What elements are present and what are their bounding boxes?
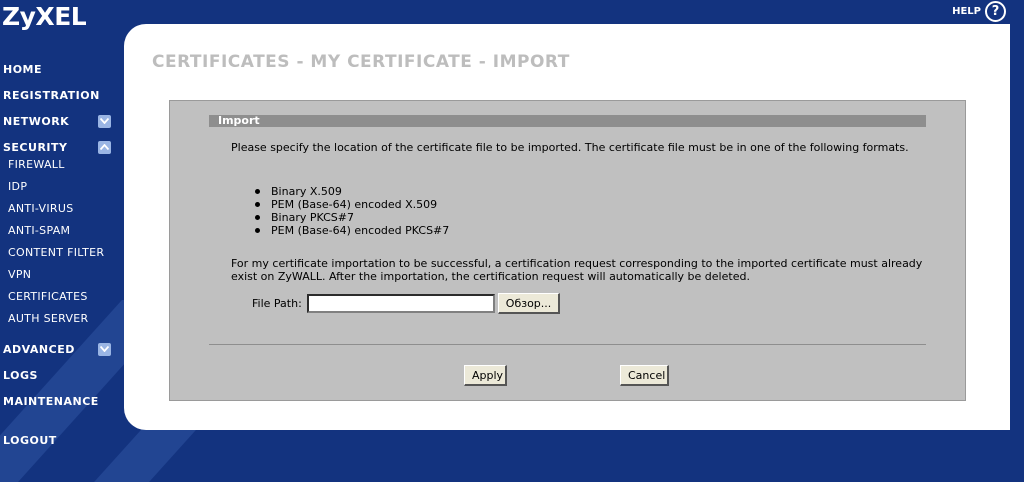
sidebar-item-label: ADVANCED [3, 342, 75, 356]
import-description: Please specify the location of the certi… [231, 141, 909, 154]
sidebar-item-label: LOGS [3, 368, 38, 382]
section-title-bar: Import [209, 115, 926, 127]
sidebar-item-label: MAINTENANCE [3, 394, 99, 408]
sidebar-subitem-anti-spam[interactable]: ANTI-SPAM [0, 220, 125, 242]
sidebar-nav: HOME REGISTRATION NETWORK SECURITY FIREW… [0, 56, 125, 453]
sidebar-subitem-certificates[interactable]: CERTIFICATES [0, 286, 125, 308]
sidebar-item-label: HOME [3, 62, 43, 76]
sidebar-item-home[interactable]: HOME [0, 56, 125, 82]
sidebar-subitem-content-filter[interactable]: CONTENT FILTER [0, 242, 125, 264]
format-item: Binary PKCS#7 [252, 211, 449, 224]
sidebar-item-registration[interactable]: REGISTRATION [0, 82, 125, 108]
help-link[interactable]: HELP ? [952, 1, 1006, 22]
sidebar-subitem-anti-virus[interactable]: ANTI-VIRUS [0, 198, 125, 220]
file-path-row: File Path: Обзор... [252, 293, 561, 314]
main-panel: CERTIFICATES - MY CERTIFICATE - IMPORT I… [124, 24, 1010, 430]
question-circle-icon[interactable]: ? [985, 1, 1006, 22]
sidebar-item-logs[interactable]: LOGS [0, 362, 125, 388]
sidebar-subitem-firewall[interactable]: FIREWALL [0, 154, 125, 176]
sidebar-subitem-idp[interactable]: IDP [0, 176, 125, 198]
sidebar-item-label: LOGOUT [3, 433, 57, 447]
import-form: Import Please specify the location of th… [169, 100, 966, 401]
import-note: For my certificate importation to be suc… [231, 257, 923, 283]
divider [209, 344, 926, 345]
file-path-input[interactable] [306, 294, 495, 313]
page-title: CERTIFICATES - MY CERTIFICATE - IMPORT [152, 52, 570, 72]
chevron-down-icon[interactable] [98, 114, 111, 128]
sidebar-subitem-vpn[interactable]: VPN [0, 264, 125, 286]
format-item: PEM (Base-64) encoded PKCS#7 [252, 224, 449, 237]
zyxel-logo: ZyXEL [2, 2, 87, 31]
browse-button[interactable]: Обзор... [497, 293, 561, 314]
apply-button[interactable]: Apply [464, 365, 507, 386]
sidebar-item-label: SECURITY [3, 140, 68, 154]
chevron-down-icon[interactable] [98, 342, 111, 356]
sidebar-item-logout[interactable]: LOGOUT [0, 427, 125, 453]
sidebar-item-network[interactable]: NETWORK [0, 108, 125, 134]
format-item: PEM (Base-64) encoded X.509 [252, 198, 449, 211]
cancel-button[interactable]: Cancel [620, 365, 669, 386]
sidebar-item-label: NETWORK [3, 114, 70, 128]
help-label: HELP [952, 6, 981, 17]
format-item: Binary X.509 [252, 185, 449, 198]
chevron-up-icon[interactable] [98, 140, 111, 154]
format-list: Binary X.509 PEM (Base-64) encoded X.509… [252, 185, 449, 237]
sidebar-item-label: REGISTRATION [3, 88, 100, 102]
sidebar-item-maintenance[interactable]: MAINTENANCE [0, 388, 125, 414]
file-path-label: File Path: [252, 297, 302, 310]
sidebar-item-advanced[interactable]: ADVANCED [0, 336, 125, 362]
sidebar-subitem-auth-server[interactable]: AUTH SERVER [0, 308, 125, 330]
